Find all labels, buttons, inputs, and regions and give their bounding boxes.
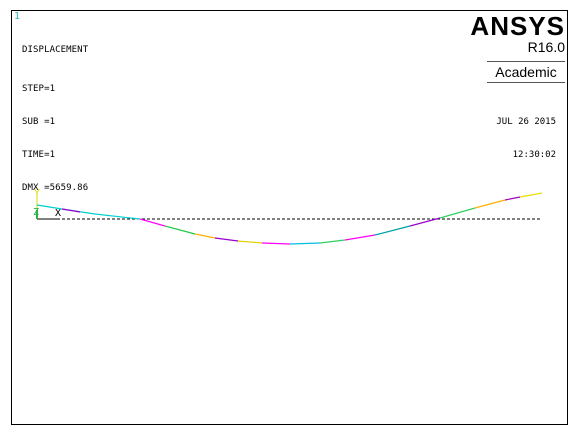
deformed-segment: [164, 225, 196, 235]
coordinate-triad: Y X Z: [33, 188, 61, 220]
triad-z-label: Z: [33, 207, 39, 218]
deformed-segment: [504, 196, 521, 201]
deformed-segment: [474, 199, 506, 209]
deformed-segment: [374, 225, 411, 236]
deformed-segment: [194, 233, 216, 239]
model-viewport[interactable]: Y X Z: [0, 0, 584, 438]
deformed-segment: [214, 237, 239, 242]
triad-y-label: Y: [34, 188, 40, 199]
deformed-segment: [36, 204, 141, 220]
deformed-segment: [261, 242, 291, 245]
deformed-segment: [237, 240, 263, 244]
deformed-segment: [439, 207, 476, 219]
triad-x-label: X: [55, 208, 61, 219]
deformed-segment: [519, 192, 543, 198]
deformed-segment: [319, 239, 346, 244]
deformed-segment: [61, 208, 81, 213]
deformed-segment: [139, 218, 166, 227]
deformed-segment: [344, 234, 376, 241]
deformed-segment: [289, 242, 321, 245]
